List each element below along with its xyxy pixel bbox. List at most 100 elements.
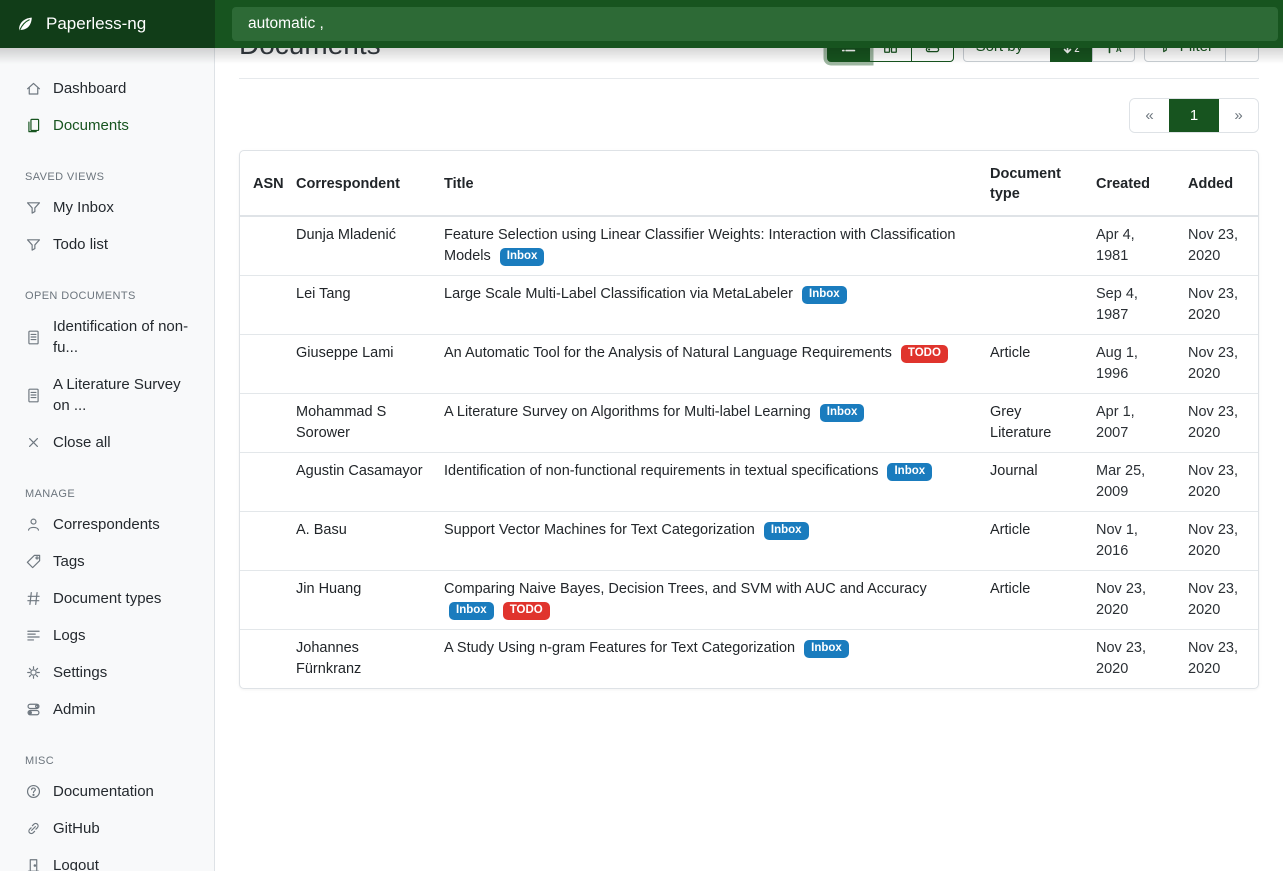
cell-correspondent[interactable]: Giuseppe Lami bbox=[286, 335, 434, 394]
main-content: Documents bbox=[215, 0, 1283, 689]
cell-added: Nov 23, 2020 bbox=[1178, 453, 1258, 512]
cell-document-type[interactable]: Article bbox=[980, 512, 1086, 571]
inbox-tag-badge[interactable]: Inbox bbox=[764, 522, 809, 540]
person-icon bbox=[25, 516, 42, 533]
admin-icon bbox=[25, 701, 42, 718]
sidebar-section: OPEN DOCUMENTSIdentification of non-fu..… bbox=[0, 285, 214, 461]
cell-document-type[interactable] bbox=[980, 276, 1086, 335]
sidebar-item-tags[interactable]: Tags bbox=[0, 543, 214, 580]
cell-document-type[interactable] bbox=[980, 216, 1086, 276]
column-header-document-type[interactable]: Document type bbox=[980, 151, 1086, 216]
column-header-title[interactable]: Title bbox=[434, 151, 980, 216]
inbox-tag-badge[interactable]: Inbox bbox=[802, 286, 847, 304]
sidebar-item-settings[interactable]: Settings bbox=[0, 654, 214, 691]
document-title-link[interactable]: Comparing Naive Bayes, Decision Trees, a… bbox=[444, 581, 927, 597]
help-icon bbox=[25, 783, 42, 800]
document-title-link[interactable]: Identification of non-functional require… bbox=[444, 463, 878, 479]
sidebar-item-logout[interactable]: Logout bbox=[0, 847, 214, 871]
inbox-tag-badge[interactable]: Inbox bbox=[820, 404, 865, 422]
sidebar-item-todo-list[interactable]: Todo list bbox=[0, 226, 214, 263]
inbox-tag-badge[interactable]: Inbox bbox=[449, 602, 494, 620]
navbar-search-area bbox=[215, 0, 1283, 48]
documents-icon bbox=[25, 117, 42, 134]
cell-title: A Study Using n-gram Features for Text C… bbox=[434, 630, 980, 689]
document-title-link[interactable]: An Automatic Tool for the Analysis of Na… bbox=[444, 345, 892, 361]
search-input[interactable] bbox=[232, 7, 1278, 41]
cell-correspondent[interactable]: Agustin Casamayor bbox=[286, 453, 434, 512]
sidebar-item-admin[interactable]: Admin bbox=[0, 691, 214, 728]
sidebar-section-title: MISC bbox=[0, 750, 214, 773]
cell-asn bbox=[240, 335, 286, 394]
todo-tag-badge[interactable]: TODO bbox=[503, 602, 550, 620]
pagination-current-page[interactable]: 1 bbox=[1169, 99, 1219, 132]
cell-added: Nov 23, 2020 bbox=[1178, 571, 1258, 630]
cell-title: Comparing Naive Bayes, Decision Trees, a… bbox=[434, 571, 980, 630]
sidebar-item-label: Documentation bbox=[53, 781, 154, 802]
cell-document-type[interactable]: Journal bbox=[980, 453, 1086, 512]
column-header-created[interactable]: Created bbox=[1086, 151, 1178, 216]
sidebar-item-label: Dashboard bbox=[53, 78, 126, 99]
document-title-link[interactable]: Support Vector Machines for Text Categor… bbox=[444, 522, 755, 538]
sidebar-item-label: Todo list bbox=[53, 234, 108, 255]
inbox-tag-badge[interactable]: Inbox bbox=[500, 248, 545, 266]
sidebar-item-identification-of-non-fu[interactable]: Identification of non-fu... bbox=[0, 308, 214, 366]
sidebar-item-github[interactable]: GitHub bbox=[0, 810, 214, 847]
cell-added: Nov 23, 2020 bbox=[1178, 512, 1258, 571]
cell-title: An Automatic Tool for the Analysis of Na… bbox=[434, 335, 980, 394]
cell-created: Nov 23, 2020 bbox=[1086, 571, 1178, 630]
cell-asn bbox=[240, 276, 286, 335]
sidebar-item-my-inbox[interactable]: My Inbox bbox=[0, 189, 214, 226]
inbox-tag-badge[interactable]: Inbox bbox=[887, 463, 932, 481]
sidebar-item-label: Close all bbox=[53, 432, 111, 453]
sidebar-item-close-all[interactable]: Close all bbox=[0, 424, 214, 461]
cell-added: Nov 23, 2020 bbox=[1178, 335, 1258, 394]
table-row: Mohammad S Sorower A Literature Survey on… bbox=[240, 394, 1258, 453]
sidebar-item-a-literature-survey-on[interactable]: A Literature Survey on ... bbox=[0, 366, 214, 424]
document-title-link[interactable]: A Study Using n-gram Features for Text C… bbox=[444, 640, 795, 656]
column-header-asn[interactable]: ASN bbox=[240, 151, 286, 216]
document-title-link[interactable]: Large Scale Multi-Label Classification v… bbox=[444, 286, 793, 302]
sidebar-section: MANAGECorrespondentsTagsDocument typesLo… bbox=[0, 483, 214, 728]
document-title-link[interactable]: A Literature Survey on Algorithms for Mu… bbox=[444, 404, 811, 420]
sidebar-item-label: Identification of non-fu... bbox=[53, 316, 189, 358]
sidebar-item-logs[interactable]: Logs bbox=[0, 617, 214, 654]
sidebar-item-dashboard[interactable]: Dashboard bbox=[0, 70, 214, 107]
column-header-added[interactable]: Added bbox=[1178, 151, 1258, 216]
sidebar-item-correspondents[interactable]: Correspondents bbox=[0, 506, 214, 543]
cell-correspondent[interactable]: Jin Huang bbox=[286, 571, 434, 630]
sidebar-item-document-types[interactable]: Document types bbox=[0, 580, 214, 617]
sidebar-item-documents[interactable]: Documents bbox=[0, 107, 214, 144]
cell-document-type[interactable]: Article bbox=[980, 571, 1086, 630]
cell-document-type[interactable]: Article bbox=[980, 335, 1086, 394]
cell-correspondent[interactable]: Mohammad S Sorower bbox=[286, 394, 434, 453]
table-row: A. Basu Support Vector Machines for Text … bbox=[240, 512, 1258, 571]
sidebar-item-label: GitHub bbox=[53, 818, 100, 839]
sidebar-item-documentation[interactable]: Documentation bbox=[0, 773, 214, 810]
table-row: Lei Tang Large Scale Multi-Label Classifi… bbox=[240, 276, 1258, 335]
cell-added: Nov 23, 2020 bbox=[1178, 276, 1258, 335]
logs-icon bbox=[25, 627, 42, 644]
sidebar-item-label: Logout bbox=[53, 855, 99, 871]
todo-tag-badge[interactable]: TODO bbox=[901, 345, 948, 363]
cell-asn bbox=[240, 571, 286, 630]
cell-document-type[interactable]: Grey Literature bbox=[980, 394, 1086, 453]
cell-correspondent[interactable]: Lei Tang bbox=[286, 276, 434, 335]
cell-asn bbox=[240, 453, 286, 512]
cell-correspondent[interactable]: Dunja Mladenić bbox=[286, 216, 434, 276]
pagination-next-button[interactable]: » bbox=[1219, 99, 1258, 132]
pagination-prev-button[interactable]: « bbox=[1130, 99, 1169, 132]
gear-icon bbox=[25, 664, 42, 681]
cell-title: Identification of non-functional require… bbox=[434, 453, 980, 512]
table-header-row: ASN Correspondent Title Document type Cr… bbox=[240, 151, 1258, 216]
cell-created: Mar 25, 2009 bbox=[1086, 453, 1178, 512]
cell-correspondent[interactable]: Johannes Fürnkranz bbox=[286, 630, 434, 689]
inbox-tag-badge[interactable]: Inbox bbox=[804, 640, 849, 658]
cell-document-type[interactable] bbox=[980, 630, 1086, 689]
cell-created: Sep 4, 1987 bbox=[1086, 276, 1178, 335]
column-header-correspondent[interactable]: Correspondent bbox=[286, 151, 434, 216]
filter-icon bbox=[25, 199, 42, 216]
sidebar-item-label: Tags bbox=[53, 551, 85, 572]
cell-asn bbox=[240, 630, 286, 689]
app-brand[interactable]: Paperless-ng bbox=[0, 0, 215, 48]
cell-correspondent[interactable]: A. Basu bbox=[286, 512, 434, 571]
